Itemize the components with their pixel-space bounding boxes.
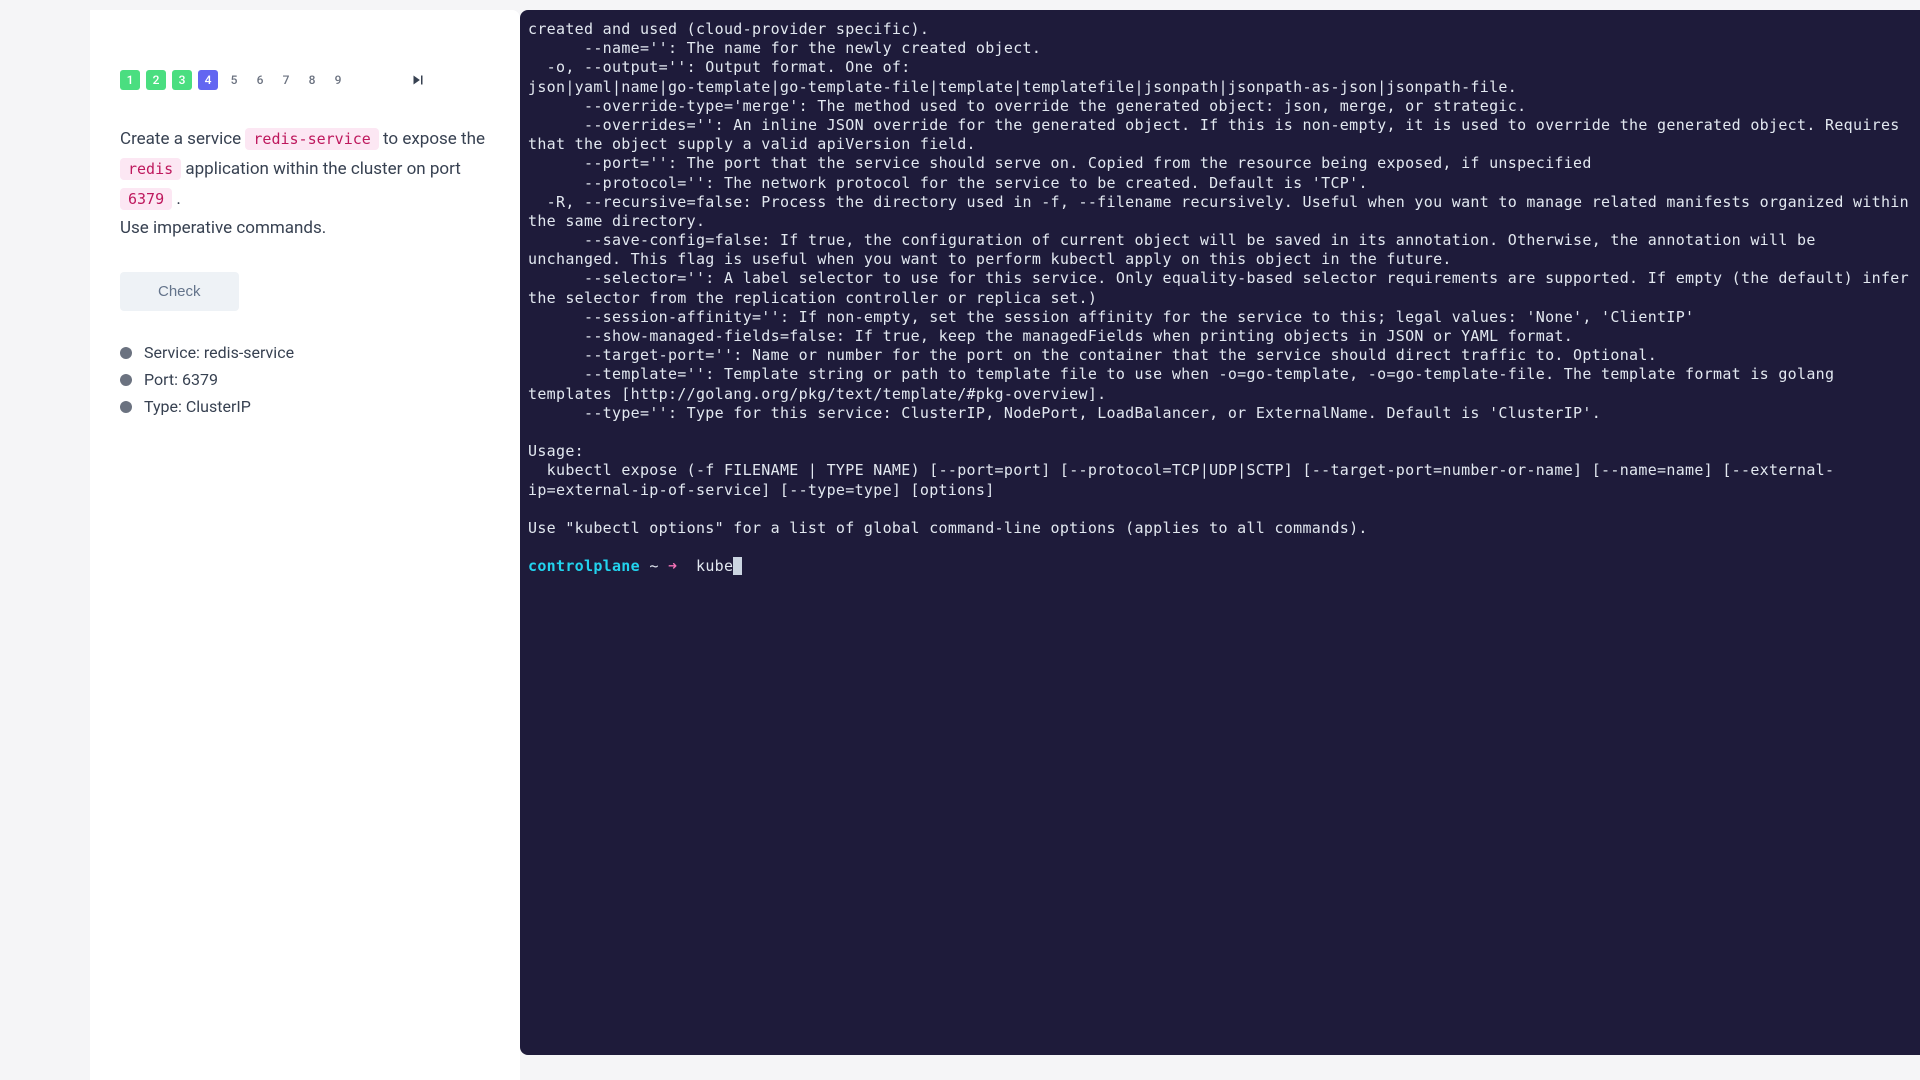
requirement-item: Type: ClusterIP (120, 393, 490, 420)
instruction-text: to expose the (379, 129, 485, 149)
instruction-panel: 1 2 3 4 5 6 7 8 9 Create a service redis… (90, 10, 520, 1080)
requirement-item: Service: redis-service (120, 339, 490, 366)
check-button[interactable]: Check (120, 272, 239, 311)
skip-to-end-icon[interactable] (409, 71, 427, 89)
bullet-icon (120, 401, 132, 413)
instruction-note: Use imperative commands. (120, 214, 490, 244)
cursor-icon (733, 557, 742, 575)
terminal-input[interactable]: kube (677, 557, 733, 575)
instruction-text: Create a service (120, 129, 245, 149)
step-4[interactable]: 4 (198, 70, 218, 90)
step-8[interactable]: 8 (302, 70, 322, 90)
terminal[interactable]: created and used (cloud-provider specifi… (520, 10, 1920, 1055)
terminal-output: created and used (cloud-provider specifi… (528, 20, 1918, 537)
requirement-text: Port: 6379 (144, 370, 218, 389)
step-9[interactable]: 9 (328, 70, 348, 90)
code-app-name: redis (120, 158, 181, 180)
prompt-host: controlplane (528, 557, 640, 575)
step-navigator: 1 2 3 4 5 6 7 8 9 (120, 70, 490, 90)
step-1[interactable]: 1 (120, 70, 140, 90)
step-3[interactable]: 3 (172, 70, 192, 90)
requirements-list: Service: redis-service Port: 6379 Type: … (120, 339, 490, 420)
prompt-path: ~ (640, 557, 668, 575)
step-2[interactable]: 2 (146, 70, 166, 90)
instruction-text: application within the cluster on port (181, 159, 461, 179)
instruction-text: . (172, 189, 181, 209)
code-service-name: redis-service (245, 128, 378, 150)
step-6[interactable]: 6 (250, 70, 270, 90)
requirement-text: Type: ClusterIP (144, 397, 251, 416)
requirement-item: Port: 6379 (120, 366, 490, 393)
code-port: 6379 (120, 188, 172, 210)
step-5[interactable]: 5 (224, 70, 244, 90)
prompt-arrow-icon: ➜ (668, 557, 677, 575)
bullet-icon (120, 374, 132, 386)
requirement-text: Service: redis-service (144, 343, 294, 362)
step-7[interactable]: 7 (276, 70, 296, 90)
task-instruction: Create a service redis-service to expose… (120, 125, 490, 244)
bullet-icon (120, 347, 132, 359)
